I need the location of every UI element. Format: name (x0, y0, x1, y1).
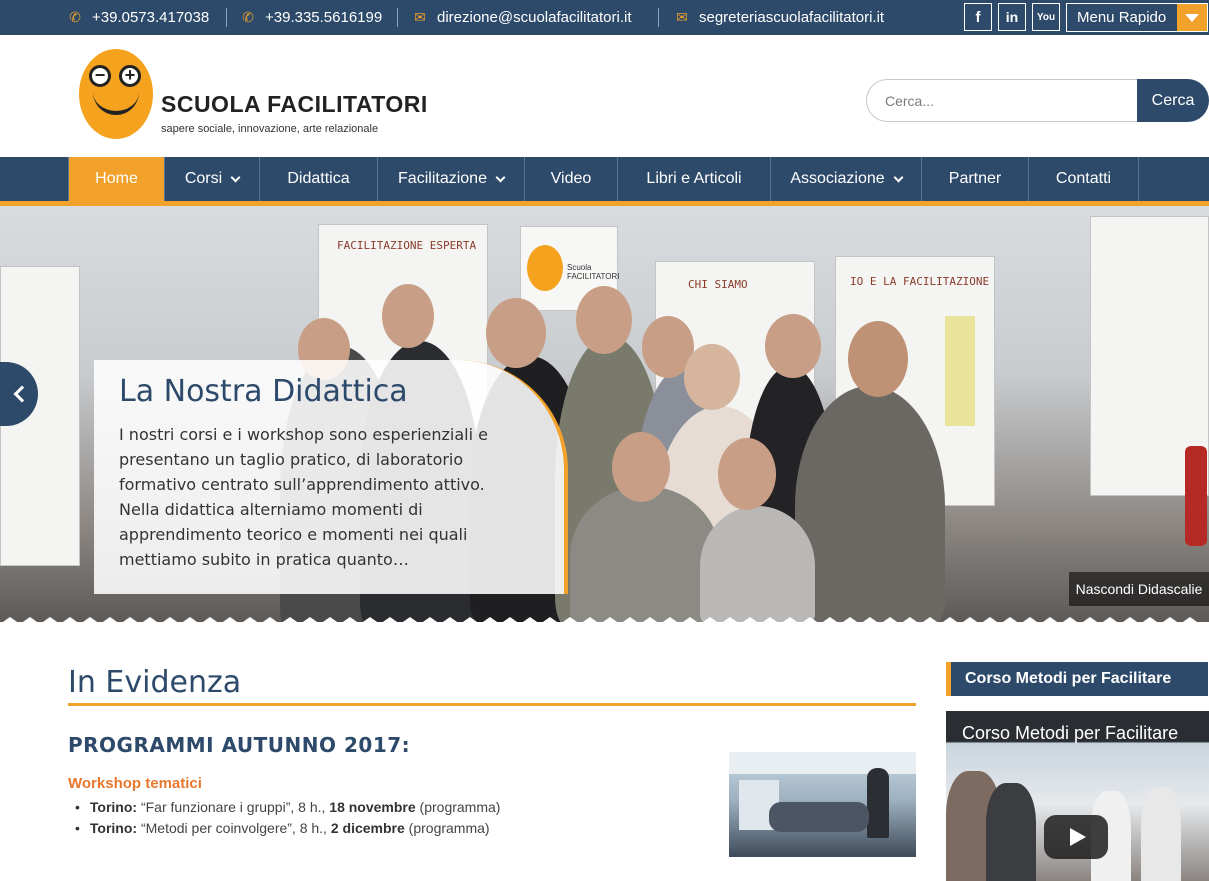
sticky-notes (945, 316, 975, 426)
board-text: IO E LA FACILITAZIONE (850, 275, 990, 288)
plus-eye-icon: + (119, 65, 141, 87)
phone-contact-1[interactable]: ✆ +39.0573.417038 (68, 0, 209, 35)
person-head (765, 314, 821, 378)
ceiling (729, 752, 916, 774)
brand-tagline: sapere sociale, innovazione, arte relazi… (161, 123, 379, 135)
nav-partner-label: Partner (948, 170, 1002, 187)
chevron-left-icon (13, 385, 31, 403)
person-figure (700, 506, 815, 622)
phone-icon: ✆ (69, 9, 81, 25)
play-icon[interactable] (1044, 815, 1108, 859)
email-contact-1[interactable]: ✉ direzione@scuolafacilitatori.it (413, 0, 631, 35)
workshop-city: Torino: (89, 799, 138, 815)
nav-home-label: Home (95, 170, 138, 187)
program-link[interactable]: (programma) (416, 797, 501, 818)
program-title: PROGRAMMI AUTUNNO 2017: (68, 733, 411, 757)
menu-rapido-label: Menu Rapido (1077, 9, 1167, 26)
person-figure (867, 768, 889, 838)
brand-name[interactable]: SCUOLA FACILITATORI (161, 91, 428, 118)
nav-facilitazione[interactable]: Facilitazione (377, 157, 524, 201)
section-underline (68, 703, 916, 706)
nav-home[interactable]: Home (68, 157, 164, 201)
phone-icon: ✆ (242, 9, 254, 25)
board-text: CHI SIAMO (688, 278, 748, 291)
person-figure (1141, 787, 1181, 881)
person-figure (986, 783, 1036, 881)
nav-corsi[interactable]: Corsi (164, 157, 259, 201)
dropdown-arrow-icon (1177, 4, 1207, 31)
nav-corsi-label: Corsi (184, 170, 223, 187)
nav-facilitazione-label: Facilitazione (398, 170, 487, 187)
board-text: FACILITAZIONE ESPERTA (337, 239, 477, 252)
people-group (769, 802, 869, 832)
person-head (382, 284, 434, 348)
nav-didattica-label: Didattica (287, 170, 350, 187)
person-figure (570, 486, 720, 622)
video-title[interactable]: Corso Metodi per Facilitare (962, 723, 1178, 744)
program-link[interactable]: (programma) (405, 818, 490, 839)
workshop-description: “Far funzionare i gruppi”, 8 h., (137, 799, 330, 815)
nav-associazione-label: Associazione (790, 170, 885, 187)
smile-shape (93, 91, 139, 115)
youtube-icon[interactable]: You (1032, 3, 1060, 31)
search-input[interactable] (866, 79, 1141, 122)
envelope-icon: ✉ (414, 9, 426, 25)
workshop-title: Workshop tematici (68, 775, 202, 792)
facebook-icon[interactable]: f (964, 3, 992, 31)
logo-icon[interactable]: − + (79, 49, 153, 139)
email-1-text: direzione@scuolafacilitatori.it (437, 9, 632, 26)
nav-didattica[interactable]: Didattica (259, 157, 377, 201)
nav-video[interactable]: Video (524, 157, 617, 201)
hide-captions-button[interactable]: Nascondi Didascalie (1069, 572, 1209, 606)
person-head (486, 298, 546, 368)
person-head (576, 286, 632, 354)
email-2-text: segreteriascuolafacilitatori.it (699, 9, 885, 26)
person-head (684, 344, 740, 410)
phone-1-text: +39.0573.417038 (92, 9, 210, 26)
zigzag-divider (0, 617, 1209, 624)
nav-contatti-label: Contatti (1055, 170, 1112, 187)
person-figure (795, 386, 945, 622)
divider (397, 8, 398, 27)
caption-title[interactable]: La Nostra Didattica (119, 374, 408, 409)
menu-rapido-button[interactable]: Menu Rapido (1066, 3, 1208, 32)
nav-video-label: Video (550, 170, 592, 187)
minus-eye-icon: − (89, 65, 111, 87)
video-player[interactable]: Corso Metodi per Facilitare (946, 711, 1209, 881)
section-title-in-evidenza: In Evidenza (68, 665, 242, 700)
workshop-photo[interactable] (729, 752, 916, 857)
workshop-city: Torino: (89, 820, 138, 836)
fire-extinguisher (1185, 446, 1207, 546)
nav-libri-label: Libri e Articoli (646, 170, 742, 187)
workshop-date: 18 novembre (329, 799, 416, 815)
person-head (718, 438, 776, 510)
poster-logo-icon (527, 245, 563, 291)
list-item: Torino: “Metodi per coinvolgere”, 8 h., … (75, 818, 500, 839)
divider (658, 8, 659, 27)
list-item: Torino: “Far funzionare i gruppi”, 8 h.,… (75, 797, 501, 818)
nav-partner[interactable]: Partner (921, 157, 1028, 201)
workshop-description: “Metodi per coinvolgere”, 8 h., (137, 820, 331, 836)
phone-contact-2[interactable]: ✆ +39.335.5616199 (241, 0, 382, 35)
chevron-down-icon (230, 172, 241, 182)
slide-caption: La Nostra Didattica I nostri corsi e i w… (94, 360, 568, 594)
chevron-down-icon (893, 172, 904, 182)
nav-associazione[interactable]: Associazione (770, 157, 921, 201)
person-head (848, 321, 908, 397)
poster-logo-text: Scuola FACILITATORI (567, 263, 620, 281)
sidebar-widget-title: Corso Metodi per Facilitare (946, 662, 1208, 696)
search-button[interactable]: Cerca (1137, 79, 1209, 122)
envelope-icon: ✉ (676, 9, 688, 25)
workshop-date: 2 dicembre (330, 820, 405, 836)
chevron-down-icon (495, 172, 506, 182)
caption-text: I nostri corsi e i workshop sono esperie… (119, 425, 488, 569)
linkedin-icon[interactable]: in (998, 3, 1026, 31)
nav-contatti[interactable]: Contatti (1028, 157, 1139, 201)
nav-libri-articoli[interactable]: Libri e Articoli (617, 157, 770, 201)
workshop-list: Torino: “Far funzionare i gruppi”, 8 h.,… (75, 797, 501, 839)
email-contact-2[interactable]: ✉ segreteriascuolafacilitatori.it (675, 0, 884, 35)
phone-2-text: +39.335.5616199 (265, 9, 383, 26)
person-head (612, 432, 670, 502)
divider (226, 8, 227, 27)
